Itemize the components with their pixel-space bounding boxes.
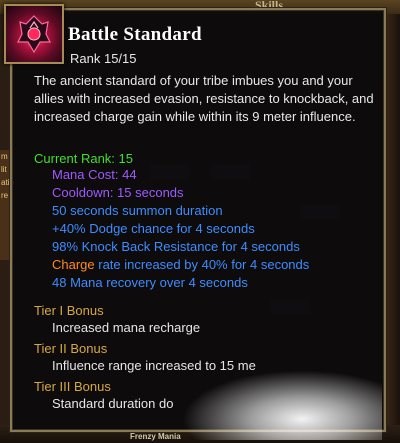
tier-2-desc: Influence range increased to 15 me — [52, 358, 256, 373]
background-left-text: m — [1, 152, 8, 161]
effect-line: 50 seconds summon duration — [52, 203, 223, 218]
charge-effect-line: Charge rate increased by 40% for 4 secon… — [52, 257, 309, 273]
mana-recovery: 48 Mana recovery over 4 seconds — [52, 275, 248, 290]
tier-1-desc: Increased mana recharge — [52, 320, 201, 335]
skill-title: Battle Standard — [68, 24, 202, 45]
cooldown: Cooldown: 15 seconds — [52, 185, 184, 200]
skill-description: The ancient standard of your tribe imbue… — [34, 73, 374, 124]
current-rank-label: Current Rank: 15 — [34, 151, 133, 166]
charge-keyword: Charge — [52, 257, 95, 272]
background-left-text: lit — [1, 165, 7, 174]
battle-standard-skill-icon — [4, 4, 64, 64]
tier-2-name: Tier II Bonus — [34, 341, 108, 356]
mana-cost: Mana Cost: 44 — [52, 167, 137, 182]
background-left-text: atio — [1, 178, 14, 187]
banner-icon — [17, 15, 51, 54]
effect-line: +40% Dodge chance for 4 seconds — [52, 221, 255, 236]
tier-3-name: Tier III Bonus — [34, 379, 111, 394]
background-skill-label: Frenzy Mania — [130, 432, 181, 441]
effect-line: 98% Knock Back Resistance for 4 seconds — [52, 239, 300, 254]
skill-tooltip: Battle Standard Rank 15/15 The ancient s… — [4, 4, 386, 432]
background-left-panel: m lit atio re — [0, 150, 14, 260]
tier-3-desc: Standard duration do — [52, 396, 174, 411]
skill-rank: Rank 15/15 — [70, 51, 137, 66]
charge-effect-text: rate increased by 40% for 4 seconds — [94, 257, 310, 272]
background-frame-right — [384, 14, 400, 443]
background-left-text: re — [1, 191, 9, 200]
tier-1-name: Tier I Bonus — [34, 303, 104, 318]
